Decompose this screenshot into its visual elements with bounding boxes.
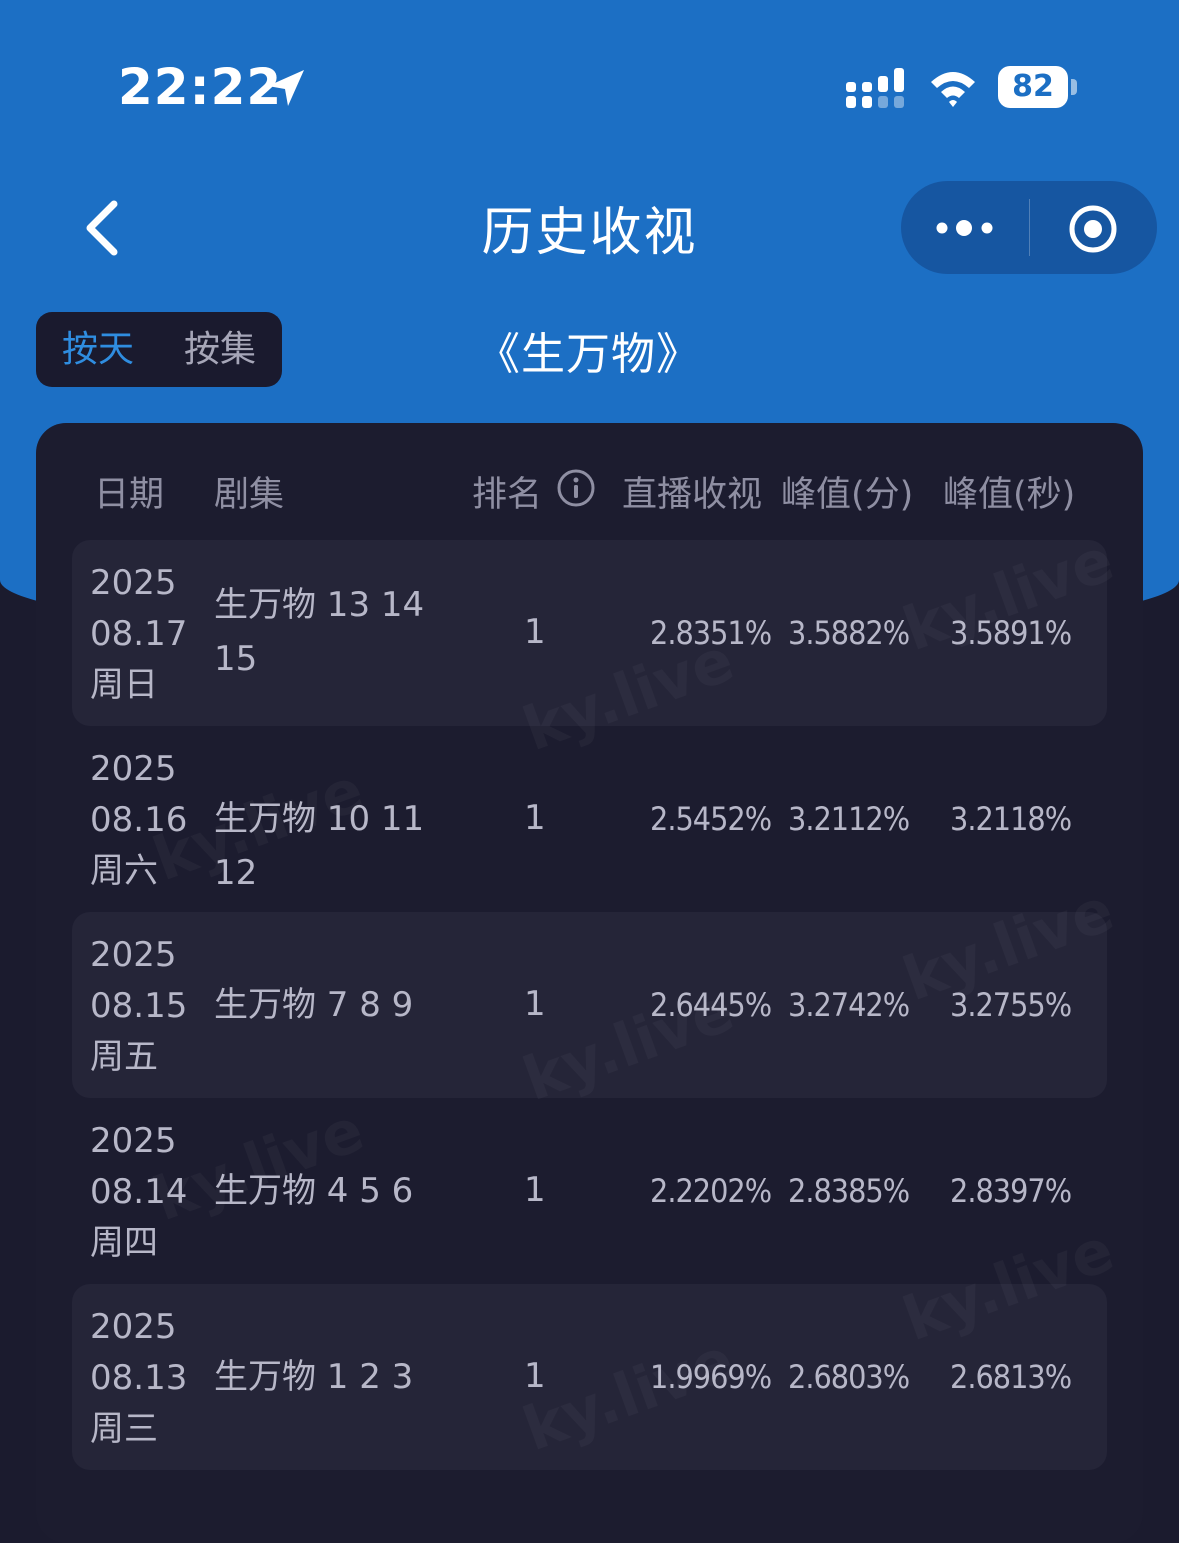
rank-cell: 1 [524, 984, 546, 1024]
episode-cell: 生万物 4 5 6 [214, 1171, 414, 1211]
peak-minute-cell: 2.8385% [788, 1172, 910, 1210]
more-dots-icon[interactable] [931, 205, 1001, 250]
table-row[interactable]: 2025 08.16 周六 生万物 10 11 12 1 2.5452% 3.2… [72, 726, 1107, 912]
date-weekday: 周三 [90, 1409, 158, 1449]
peak-minute-cell: 3.2742% [788, 986, 910, 1024]
table-row[interactable]: 2025 08.15 周五 生万物 7 8 9 1 2.6445% 3.2742… [72, 912, 1107, 1098]
rank-cell: 1 [524, 1356, 546, 1396]
peak-minute-cell: 3.5882% [788, 614, 910, 652]
date-day: 08.13 [90, 1358, 188, 1398]
rank-cell: 1 [524, 612, 546, 652]
date-year: 2025 [90, 1307, 177, 1347]
live-rating-cell: 2.2202% [650, 1172, 772, 1210]
date-weekday: 周日 [90, 665, 158, 705]
date-cell: 2025 08.13 周三 [90, 1302, 187, 1455]
battery-indicator: 82 [998, 66, 1077, 108]
table-row[interactable]: 2025 08.14 周四 生万物 4 5 6 1 2.2202% 2.8385… [72, 1098, 1107, 1284]
date-year: 2025 [90, 563, 177, 603]
date-day: 08.17 [90, 614, 188, 654]
peak-second-cell: 2.8397% [950, 1172, 1072, 1210]
peak-second-cell: 3.5891% [950, 614, 1072, 652]
battery-level: 82 [1012, 69, 1054, 104]
date-cell: 2025 08.15 周五 [90, 930, 187, 1083]
live-rating-cell: 2.5452% [650, 800, 772, 838]
view-mode-toggle: 按天 按集 [36, 312, 282, 387]
date-weekday: 周六 [90, 851, 158, 891]
date-year: 2025 [90, 935, 177, 975]
capsule-divider [1029, 199, 1030, 256]
date-weekday: 周五 [90, 1037, 158, 1077]
header-date: 日期 [94, 475, 165, 515]
status-time: 22:22 [118, 58, 283, 116]
tab-by-day[interactable]: 按天 [62, 312, 134, 387]
date-day: 08.15 [90, 986, 188, 1026]
live-rating-cell: 2.6445% [650, 986, 772, 1024]
header-live-rating: 直播收视 [622, 475, 763, 515]
miniprogram-capsule [901, 181, 1157, 274]
peak-minute-cell: 2.6803% [788, 1358, 910, 1396]
episode-cell: 生万物 13 14 15 [214, 585, 425, 679]
status-bar: 22:22 82 [0, 0, 1179, 176]
tab-by-episode[interactable]: 按集 [184, 312, 256, 387]
peak-second-cell: 3.2118% [950, 800, 1072, 838]
date-year: 2025 [90, 749, 177, 789]
cellular-signal-icon [846, 68, 904, 108]
peak-minute-cell: 3.2112% [788, 800, 910, 838]
date-weekday: 周四 [90, 1223, 158, 1263]
episode-cell: 生万物 10 11 12 [214, 799, 425, 893]
rank-cell: 1 [524, 798, 546, 838]
info-icon[interactable] [556, 468, 596, 508]
header-rank: 排名 [472, 475, 543, 515]
header-episode: 剧集 [214, 475, 285, 515]
date-year: 2025 [90, 1121, 177, 1161]
date-day: 08.14 [90, 1172, 188, 1212]
live-rating-cell: 1.9969% [650, 1358, 772, 1396]
location-arrow-icon [268, 70, 304, 106]
date-cell: 2025 08.17 周日 [90, 558, 187, 711]
table-row[interactable]: 2025 08.13 周三 生万物 1 2 3 1 1.9969% 2.6803… [72, 1284, 1107, 1470]
live-rating-cell: 2.8351% [650, 614, 772, 652]
episode-cell: 生万物 1 2 3 [214, 1357, 414, 1397]
header-peak-second: 峰值(秒) [943, 475, 1076, 515]
peak-second-cell: 2.6813% [950, 1358, 1072, 1396]
date-day: 08.16 [90, 800, 188, 840]
header-peak-minute: 峰值(分) [781, 475, 914, 515]
episode-cell: 生万物 7 8 9 [214, 985, 414, 1025]
show-title: 《生万物》 [476, 329, 701, 380]
wifi-icon [931, 72, 975, 107]
close-target-icon[interactable] [1067, 203, 1119, 255]
rank-cell: 1 [524, 1170, 546, 1210]
date-cell: 2025 08.16 周六 [90, 744, 187, 897]
peak-second-cell: 3.2755% [950, 986, 1072, 1024]
table-row[interactable]: 2025 08.17 周日 生万物 13 14 15 1 2.8351% 3.5… [72, 540, 1107, 726]
date-cell: 2025 08.14 周四 [90, 1116, 187, 1269]
